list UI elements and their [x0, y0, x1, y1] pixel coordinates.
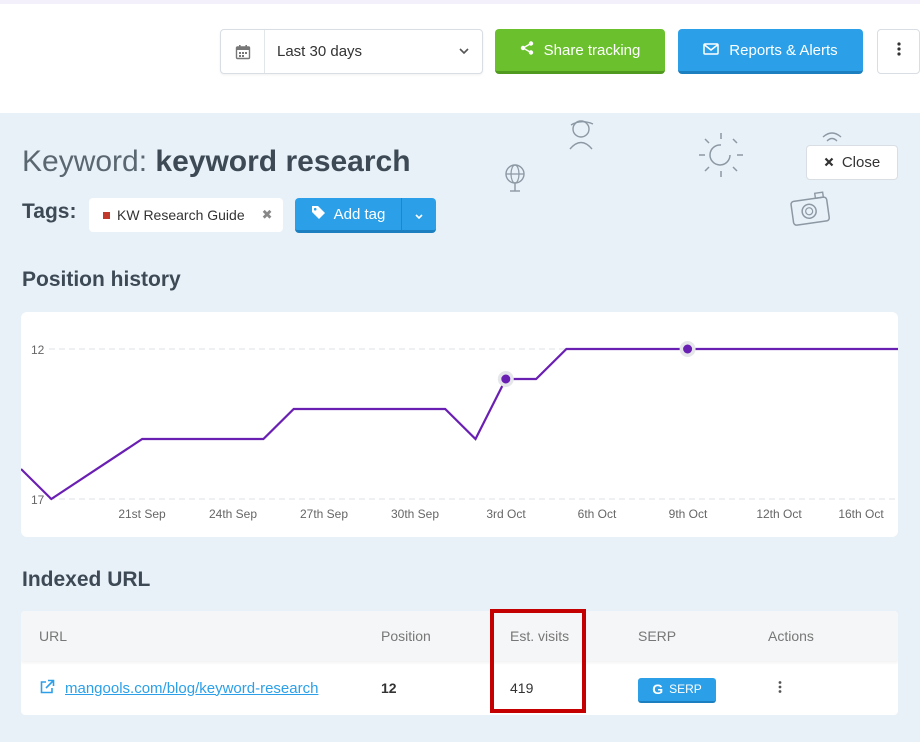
more-options-button[interactable]: [877, 29, 920, 74]
add-tag-dropdown-button[interactable]: [402, 206, 436, 223]
header-url: URL: [39, 628, 68, 644]
x-tick-label: 16th Oct: [838, 507, 884, 521]
position-cell: 12: [381, 680, 397, 696]
close-icon: [824, 154, 834, 171]
date-range-label: Last 30 days: [277, 43, 363, 60]
add-tag-button[interactable]: Add tag: [295, 198, 402, 230]
y-tick-label: 12: [31, 343, 45, 357]
add-tag-label: Add tag: [333, 205, 386, 223]
share-tracking-button[interactable]: Share tracking: [495, 29, 665, 74]
indexed-url-heading: Indexed URL: [22, 568, 151, 591]
globe-doodle-icon: [502, 162, 530, 199]
share-icon: [520, 41, 534, 59]
series-line: [21, 347, 898, 501]
row-actions-kebab-icon[interactable]: [768, 680, 792, 696]
tag-icon: [311, 205, 326, 224]
x-tick-label: 24th Sep: [209, 507, 257, 521]
keyword-prefix: Keyword:: [22, 145, 148, 178]
keyword-name: keyword research: [155, 145, 411, 178]
indexed-url-table: URL Position Est. visits SERP Actions ma…: [21, 611, 898, 715]
remove-tag-icon[interactable]: ✖: [262, 207, 273, 223]
chevron-down-icon: [446, 48, 482, 55]
reports-alerts-label: Reports & Alerts: [729, 41, 838, 59]
external-link-icon[interactable]: [39, 679, 55, 698]
position-history-chart: 12 17 21st Sep 24th Sep 27th Sep 30th Sep 3rd …: [21, 312, 898, 537]
x-tick-label: 30th Sep: [391, 507, 439, 521]
google-icon: G: [652, 681, 664, 697]
x-tick-label: 12th Oct: [756, 507, 802, 521]
indexed-url-link[interactable]: mangools.com/blog/keyword-research: [65, 680, 318, 697]
camera-doodle-icon: [788, 190, 834, 235]
y-tick-label: 17: [31, 493, 45, 507]
header-est-visits: Est. visits: [510, 628, 570, 644]
actions-cell: [759, 680, 898, 696]
position-history-heading: Position history: [22, 268, 181, 291]
date-range-select[interactable]: Last 30 days: [220, 29, 483, 74]
add-tag-button-group: Add tag: [295, 198, 436, 233]
person-doodle-icon: [566, 116, 598, 155]
x-tick-label: 9th Oct: [669, 507, 708, 521]
table-header: URL Position Est. visits SERP Actions: [21, 611, 898, 661]
tag-color-swatch: [103, 211, 110, 219]
close-button[interactable]: Close: [806, 145, 898, 180]
kebab-icon: [896, 42, 901, 61]
reports-alerts-button[interactable]: Reports & Alerts: [678, 29, 863, 74]
share-tracking-label: Share tracking: [543, 41, 641, 59]
header-serp: SERP: [638, 628, 677, 644]
sun-doodle-icon: [696, 130, 746, 185]
calendar-icon: [221, 30, 265, 73]
envelope-icon: [703, 42, 720, 59]
data-point: [501, 374, 511, 384]
tag-name: KW Research Guide: [117, 207, 245, 223]
tag-chip: KW Research Guide ✖: [89, 198, 283, 232]
top-bar: Last 30 days Share tracking Reports & Al…: [0, 0, 920, 113]
caret-down-icon: [415, 206, 423, 223]
header-actions: Actions: [768, 628, 814, 644]
serp-button-label: SERP: [669, 682, 702, 696]
tags-label: Tags:: [22, 200, 77, 223]
header-position: Position: [381, 628, 431, 644]
data-point: [683, 344, 693, 354]
chart-svg: 12 17 21st Sep 24th Sep 27th Sep 30th Sep 3rd …: [21, 341, 898, 521]
x-tick-label: 27th Sep: [300, 507, 348, 521]
url-cell: mangools.com/blog/keyword-research: [21, 679, 361, 698]
table-row: mangools.com/blog/keyword-research 12 41…: [21, 661, 898, 715]
close-label: Close: [841, 154, 881, 171]
x-tick-label: 6th Oct: [578, 507, 617, 521]
keyword-title: Keyword: keyword research: [22, 145, 411, 179]
serp-cell: G SERP: [628, 674, 759, 703]
serp-button[interactable]: G SERP: [638, 677, 716, 703]
x-tick-label: 3rd Oct: [486, 507, 526, 521]
x-tick-label: 21st Sep: [118, 507, 166, 521]
est-visits-cell: 419: [510, 680, 534, 696]
